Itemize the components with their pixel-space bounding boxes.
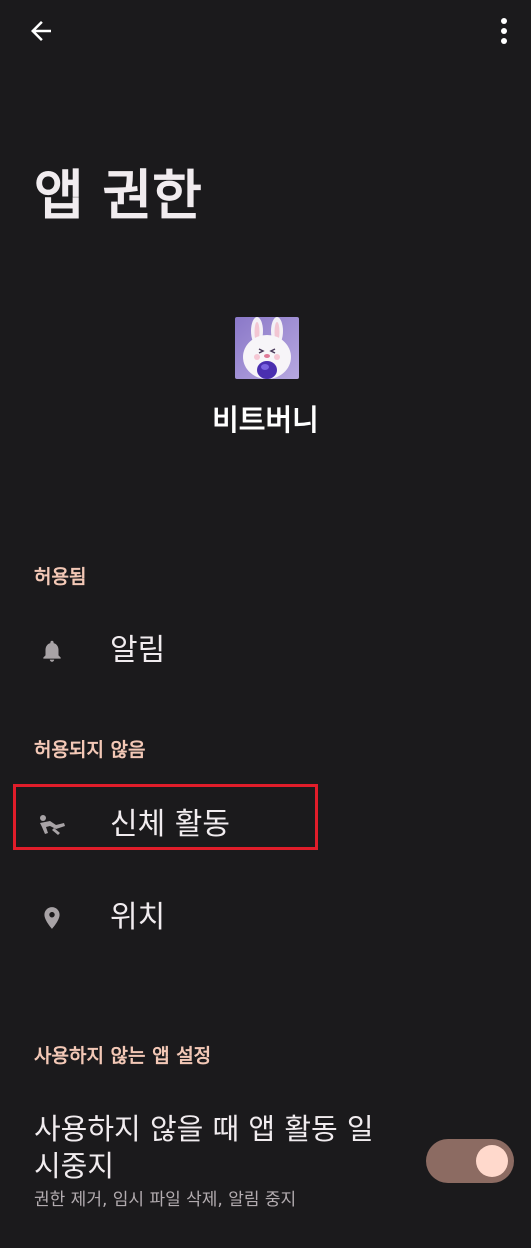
- bunny-app-icon: [235, 317, 299, 379]
- highlight-box: [13, 784, 318, 850]
- permission-item-notifications[interactable]: 알림: [0, 610, 531, 692]
- location-pin-icon: [36, 902, 68, 934]
- more-options-button[interactable]: [488, 12, 520, 50]
- bell-icon: [36, 635, 68, 667]
- pause-app-activity-title: 사용하지 않을 때 앱 활동 일시중지: [34, 1112, 374, 1183]
- app-permissions-screen: 앱 권한 비트버니 허용됨 알림 허용되지 않음 신체 활동 위치 사용하지 않…: [0, 0, 531, 1248]
- section-header-allowed: 허용됨: [34, 566, 87, 588]
- permission-label: 위치: [110, 900, 166, 935]
- app-name: 비트버니: [212, 403, 319, 437]
- page-title: 앱 권한: [34, 164, 202, 227]
- section-header-not-allowed: 허용되지 않음: [34, 739, 146, 761]
- arrow-left-icon: [31, 21, 51, 41]
- toggle-knob: [476, 1145, 508, 1177]
- pause-app-activity-subtitle: 권한 제거, 임시 파일 삭제, 알림 중지: [34, 1190, 297, 1210]
- pause-app-activity-toggle[interactable]: [426, 1139, 514, 1183]
- permission-label: 알림: [110, 633, 166, 668]
- app-icon: [235, 317, 299, 379]
- section-header-unused-app-settings: 사용하지 않는 앱 설정: [34, 1045, 212, 1067]
- more-vertical-icon: [501, 18, 507, 44]
- back-button[interactable]: [22, 12, 60, 50]
- permission-item-location[interactable]: 위치: [0, 877, 531, 959]
